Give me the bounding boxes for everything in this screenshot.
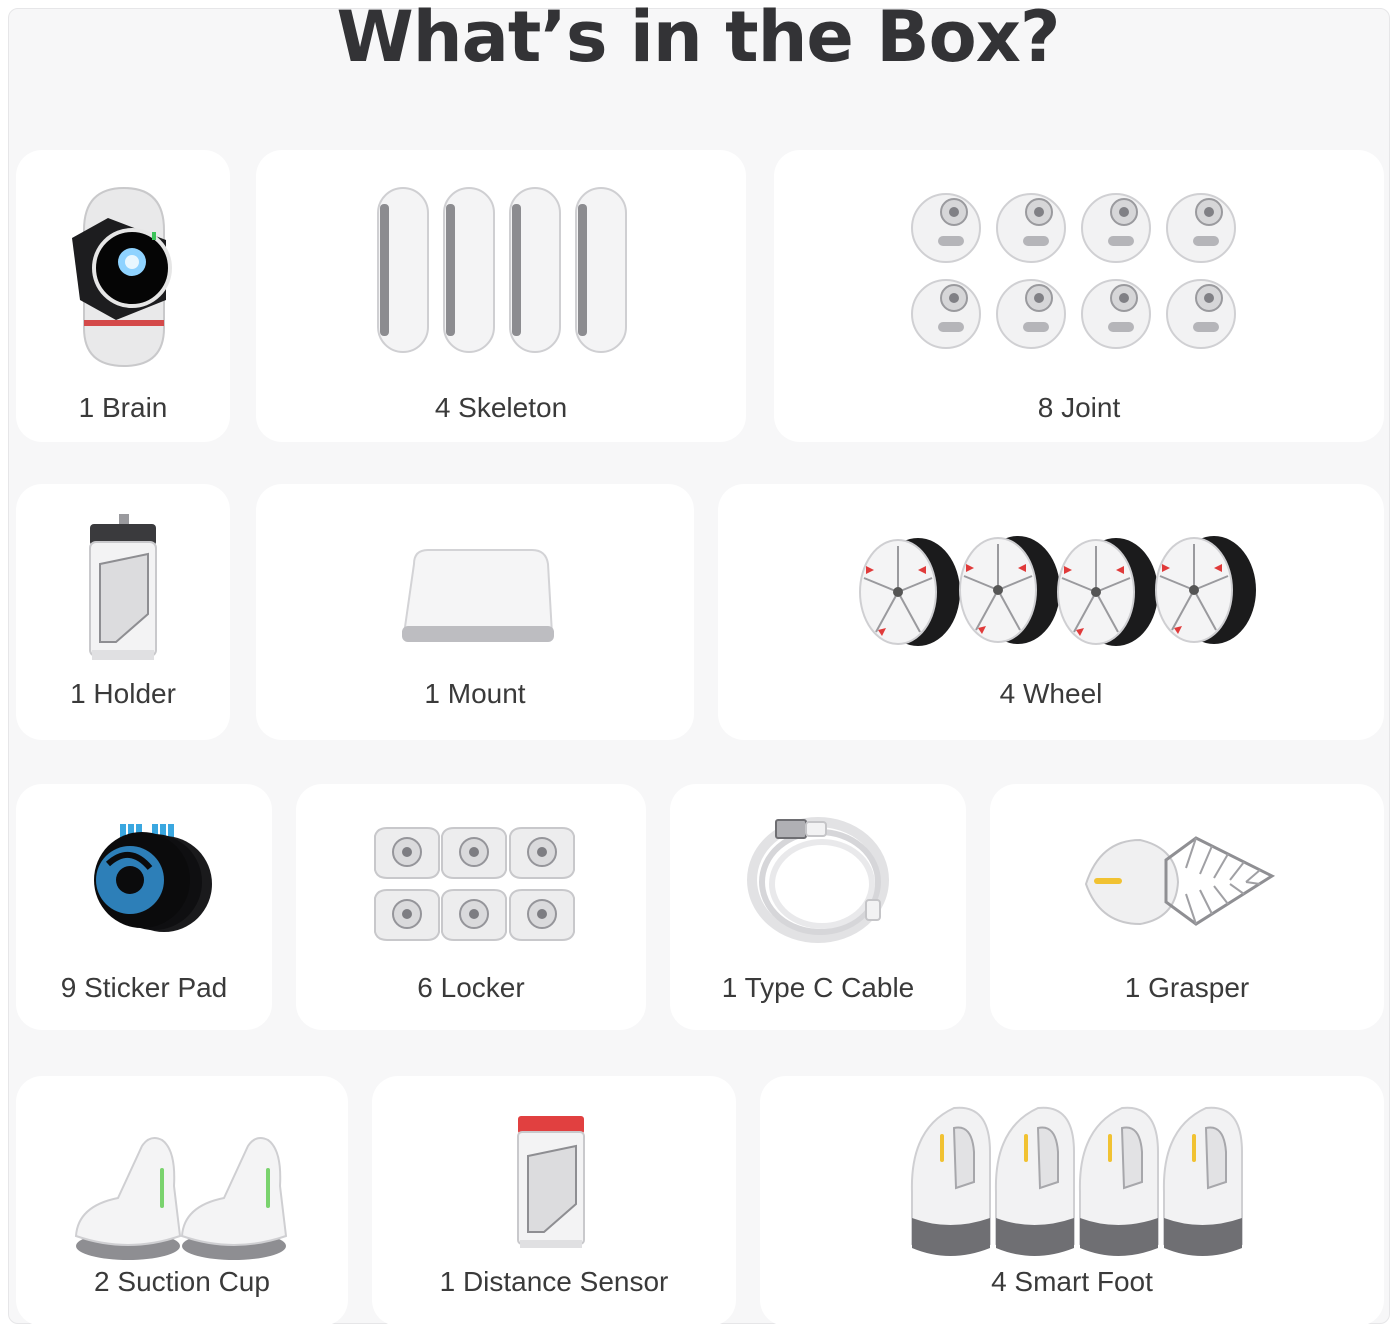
item-label: 2 Suction Cup [94,1266,270,1297]
item-label: 1 Mount [424,678,526,709]
item-card-distance-sensor: 1 Distance Sensor [372,1076,736,1326]
item-card-type-c-cable: 1 Type C Cable [670,784,966,1030]
item-card-skeleton: 4 Skeleton [256,150,746,442]
item-label: 4 Skeleton [434,392,568,423]
item-card-locker: 6 Locker [296,784,646,1030]
item-card-grasper: 1 Grasper [990,784,1384,1030]
item-card-holder: 1 Holder [16,484,230,740]
page-title: What’s in the Box? [336,0,1061,78]
item-label: 4 Smart Foot [991,1266,1153,1297]
item-label: 6 Locker [417,972,525,1003]
item-card-suction-cup: 2 Suction Cup [16,1076,348,1326]
item-card-sticker-pad: 9 Sticker Pad [16,784,272,1030]
item-card-smart-foot: 4 Smart Foot [760,1076,1384,1326]
item-card-joint: 8 Joint [774,150,1384,442]
item-label: 8 Joint [1037,392,1121,423]
item-label: 1 Brain [78,392,168,423]
item-card-wheel: 4 Wheel [718,484,1384,740]
item-label: 4 Wheel [999,678,1103,709]
item-label: 9 Sticker Pad [60,972,228,1003]
item-card-brain: 1 Brain [16,150,230,442]
item-label: 1 Grasper [1124,972,1250,1003]
item-label: 1 Type C Cable [721,972,915,1003]
item-label: 1 Holder [70,678,176,709]
item-card-mount: 1 Mount [256,484,694,740]
item-label: 1 Distance Sensor [439,1266,669,1297]
